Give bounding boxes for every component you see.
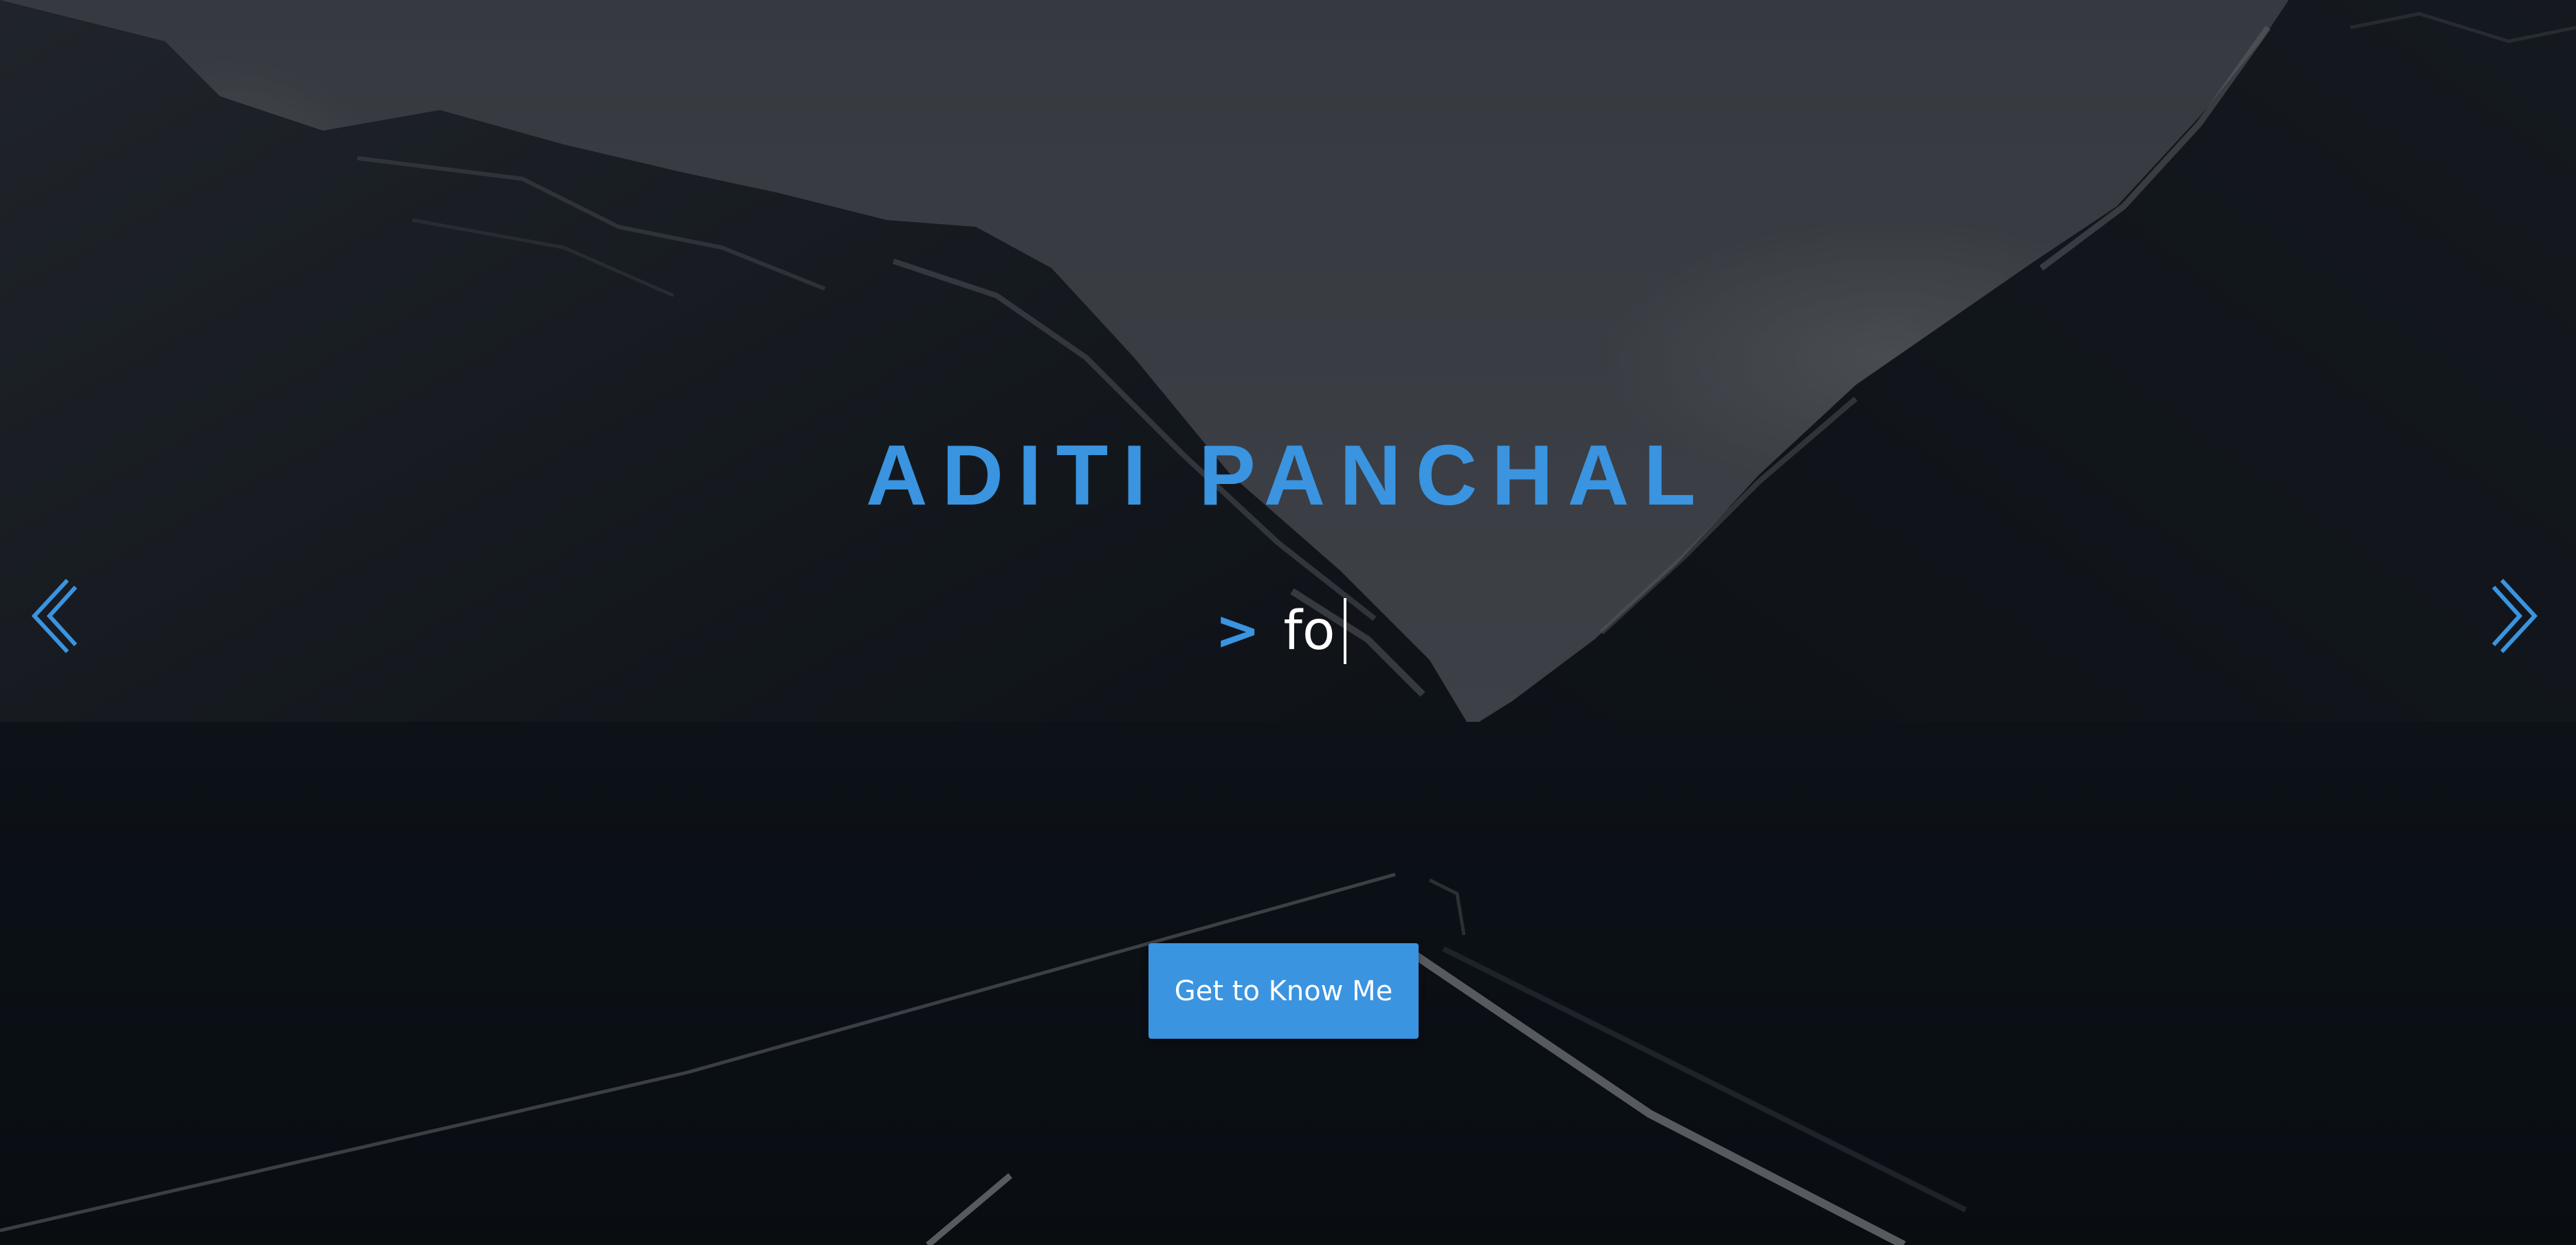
prompt-symbol: > <box>1215 600 1261 662</box>
chevron-right-icon <box>2491 578 2538 654</box>
hero-name: ADITI PANCHAL <box>865 428 1711 523</box>
carousel-prev-button[interactable] <box>25 577 80 654</box>
typed-tagline: > fo <box>1215 590 1346 672</box>
get-to-know-me-button[interactable]: Get to Know Me <box>1148 943 1419 1039</box>
typing-cursor <box>1343 598 1346 664</box>
carousel-next-button[interactable] <box>2489 577 2544 654</box>
chevron-left-icon <box>31 578 78 654</box>
typed-text: fo <box>1283 600 1335 662</box>
hero-section: ADITI PANCHAL > fo Get to Know Me <box>0 0 2576 1245</box>
